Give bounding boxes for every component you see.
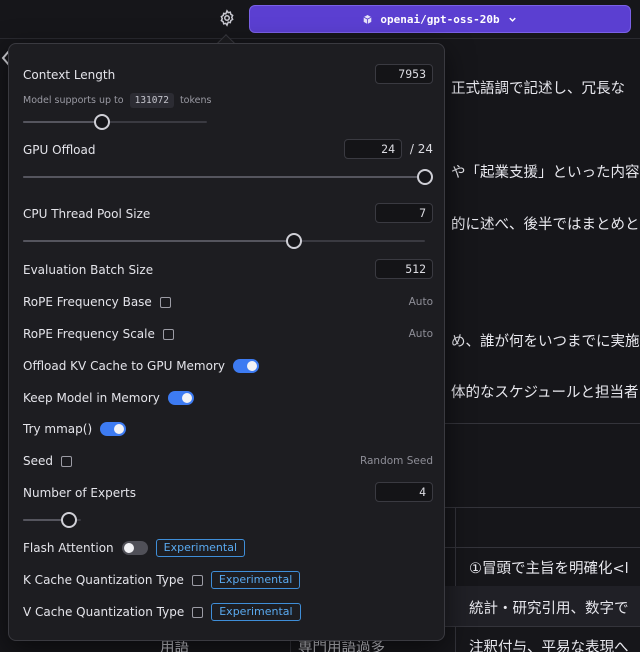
experimental-badge: Experimental xyxy=(210,571,301,589)
k-cache-checkbox[interactable] xyxy=(191,574,203,586)
gpu-offload-slider[interactable] xyxy=(23,169,433,185)
k-cache-row: K Cache Quantization Type Experimental xyxy=(23,568,433,592)
model-name: openai/gpt-oss-20b xyxy=(380,12,500,26)
seed-label: Seed xyxy=(23,454,53,468)
mmap-row: Try mmap() xyxy=(23,417,433,441)
cube-icon xyxy=(363,14,372,24)
v-cache-row: V Cache Quantization Type Experimental xyxy=(23,600,433,624)
offload-kv-row: Offload KV Cache to GPU Memory xyxy=(23,354,433,378)
context-length-slider[interactable] xyxy=(23,114,207,130)
context-length-hint: Model supports up to 131072 tokens xyxy=(23,93,211,108)
mmap-toggle[interactable] xyxy=(100,422,127,436)
context-length-label: Context Length xyxy=(23,68,116,82)
model-selector-button[interactable]: openai/gpt-oss-20b xyxy=(249,5,631,33)
flash-attention-label: Flash Attention xyxy=(23,541,114,555)
gear-icon[interactable] xyxy=(218,9,236,27)
bg-text-line: 体的なスケジュールと担当者 xyxy=(451,385,639,401)
cpu-thread-pool-row: CPU Thread Pool Size 7 xyxy=(23,202,433,226)
gpu-offload-row: GPU Offload 24 / 24 xyxy=(23,138,433,162)
bg-text-line: や「起業支援」といった内容 xyxy=(451,165,640,181)
rope-base-row: RoPE Frequency Base Auto xyxy=(23,290,433,314)
k-cache-label: K Cache Quantization Type xyxy=(23,573,184,587)
table-cell: 統計・研究引用、数字で xyxy=(469,601,629,617)
keep-in-memory-row: Keep Model in Memory xyxy=(23,386,433,410)
max-context-chip: 131072 xyxy=(129,93,174,108)
offload-kv-label: Offload KV Cache to GPU Memory xyxy=(23,359,225,373)
eval-batch-label: Evaluation Batch Size xyxy=(23,263,154,277)
gpu-offload-input[interactable]: 24 xyxy=(344,139,402,159)
offload-kv-toggle[interactable] xyxy=(233,359,259,373)
bg-text-line: 正式語調で記述し、冗長な xyxy=(451,81,625,97)
keep-in-memory-toggle[interactable] xyxy=(167,391,194,405)
rope-scale-auto: Auto xyxy=(408,328,433,340)
bg-text-line: 的に述べ、後半ではまとめと xyxy=(451,217,640,233)
flash-attention-row: Flash Attention Experimental xyxy=(23,536,433,560)
v-cache-label: V Cache Quantization Type xyxy=(23,605,185,619)
rope-scale-row: RoPE Frequency Scale Auto xyxy=(23,322,433,346)
table-border xyxy=(290,641,291,652)
slider-thumb[interactable] xyxy=(94,114,110,130)
flash-attention-toggle[interactable] xyxy=(121,541,148,555)
v-cache-checkbox[interactable] xyxy=(192,606,204,618)
table-border xyxy=(445,547,640,548)
experimental-badge: Experimental xyxy=(211,603,301,621)
experts-label: Number of Experts xyxy=(23,486,136,500)
seed-random-note: Random Seed xyxy=(359,455,433,467)
hint-suffix: tokens xyxy=(179,95,212,106)
keep-in-memory-label: Keep Model in Memory xyxy=(23,391,160,405)
table-border xyxy=(445,423,640,424)
experts-row: Number of Experts 4 xyxy=(23,481,433,505)
slider-thumb[interactable] xyxy=(417,169,433,185)
context-length-input[interactable]: 7953 xyxy=(375,64,433,84)
top-divider xyxy=(0,38,640,39)
cpu-thread-pool-slider[interactable] xyxy=(23,233,425,249)
rope-scale-checkbox[interactable] xyxy=(162,328,174,340)
experts-slider[interactable] xyxy=(23,512,205,528)
slider-thumb[interactable] xyxy=(61,512,77,528)
table-border xyxy=(445,507,640,508)
gpu-offload-label: GPU Offload xyxy=(23,143,96,157)
mmap-label: Try mmap() xyxy=(23,422,93,436)
table-cell: ①冒頭で主旨を明確化<l xyxy=(469,561,629,577)
cpu-thread-pool-input[interactable]: 7 xyxy=(375,203,433,223)
seed-checkbox[interactable] xyxy=(61,455,72,467)
rope-base-auto: Auto xyxy=(408,296,433,308)
slider-thumb[interactable] xyxy=(286,233,302,249)
context-length-row: Context Length 7953 xyxy=(23,63,433,87)
experimental-badge: Experimental xyxy=(155,539,246,557)
gpu-offload-max: / 24 xyxy=(409,142,433,156)
model-settings-popover: Context Length 7953 Model supports up to… xyxy=(8,43,445,641)
table-cell: 注釈付与、平易な表現へ xyxy=(469,640,629,652)
seed-row: Seed Random Seed xyxy=(23,449,433,473)
rope-scale-label: RoPE Frequency Scale xyxy=(23,327,155,341)
eval-batch-row: Evaluation Batch Size 512 xyxy=(23,258,433,282)
experts-input[interactable]: 4 xyxy=(375,482,433,502)
chevron-down-icon xyxy=(508,17,516,22)
eval-batch-input[interactable]: 512 xyxy=(375,259,433,279)
hint-prefix: Model supports up to xyxy=(23,95,124,106)
table-border xyxy=(455,507,456,652)
rope-base-label: RoPE Frequency Base xyxy=(23,295,152,309)
cpu-thread-pool-label: CPU Thread Pool Size xyxy=(23,207,151,221)
bg-text-line: め、誰が何をいつまでに実施 xyxy=(451,334,640,350)
table-border xyxy=(445,626,640,627)
rope-base-checkbox[interactable] xyxy=(159,296,171,308)
